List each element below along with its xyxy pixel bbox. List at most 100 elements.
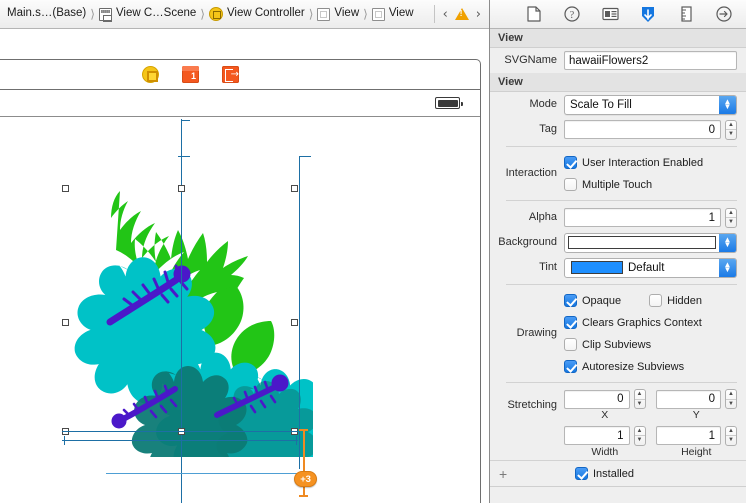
alpha-label: Alpha xyxy=(528,210,557,223)
breadcrumb-label: View xyxy=(334,7,360,20)
divider xyxy=(490,486,746,488)
svgname-input[interactable]: hawaiiFlowers2 xyxy=(564,51,737,70)
alpha-stepper[interactable]: ▲ ▼ xyxy=(725,207,737,228)
selection-handle[interactable] xyxy=(178,185,185,192)
constraint-line-bottom-2[interactable] xyxy=(62,440,298,441)
clip-subviews-checkbox[interactable]: Clip Subviews xyxy=(564,335,737,354)
stretching-row-xy: Stretching 0 ▲ ▼ X 0 ▲ ▼ Y xyxy=(490,387,746,424)
checkbox-box xyxy=(564,294,577,307)
drawing-label: Drawing xyxy=(516,326,557,339)
breadcrumb-separator: ⟩ xyxy=(90,7,95,21)
add-variation-button[interactable]: + xyxy=(499,467,513,481)
hidden-checkbox[interactable]: Hidden xyxy=(649,291,702,310)
hawaii-flowers-image[interactable] xyxy=(58,185,313,457)
warning-triangle-icon[interactable] xyxy=(454,8,469,20)
color-swatch xyxy=(571,261,623,274)
selection-handle[interactable] xyxy=(62,185,69,192)
stretching-xy-fields: 0 ▲ ▼ X 0 ▲ ▼ Y xyxy=(564,389,737,422)
clears-graphics-context-checkbox[interactable]: Clears Graphics Context xyxy=(564,313,737,332)
tint-label: Tint xyxy=(539,260,557,273)
section-header-view: View xyxy=(490,73,746,92)
stretching-wh-fields: 1 ▲ ▼ Width 1 ▲ ▼ Height xyxy=(564,425,737,459)
attributes-inspector-tab[interactable] xyxy=(639,5,657,23)
tint-color-popup[interactable]: Default ▲ ▼ xyxy=(564,257,737,278)
tag-stepper[interactable]: ▲ ▼ xyxy=(725,119,737,140)
svgname-label: SVGName xyxy=(504,53,557,66)
previous-issue-button[interactable]: ‹ xyxy=(443,8,448,21)
interaction-label: Interaction xyxy=(505,166,557,179)
divider xyxy=(506,284,737,285)
mode-label: Mode xyxy=(529,97,557,110)
mode-row: Mode Scale To Fill ▲ ▼ xyxy=(490,92,746,117)
constraint-line-bottom[interactable] xyxy=(62,431,298,432)
stretching-x-input[interactable]: 0 xyxy=(564,389,630,409)
breadcrumb-item-view-controller[interactable]: View Controller xyxy=(206,4,308,25)
background-color-well[interactable]: ▲ ▼ xyxy=(564,232,737,253)
constraint-endcap xyxy=(296,436,297,445)
breadcrumb-item-scene[interactable]: View C…Scene xyxy=(96,4,199,25)
tag-input[interactable]: 0 xyxy=(564,120,721,139)
next-issue-button[interactable]: › xyxy=(476,8,481,21)
stretching-height-input[interactable]: 1 xyxy=(655,426,721,446)
checkbox-box xyxy=(649,294,663,307)
breadcrumb-label: View xyxy=(388,7,414,20)
divider xyxy=(506,382,737,383)
breadcrumb-item-view-2[interactable]: View xyxy=(369,4,417,25)
constraint-endcap xyxy=(64,436,65,445)
checkbox-box xyxy=(564,156,577,169)
size-inspector-tab[interactable] xyxy=(677,5,695,23)
selection-handle[interactable] xyxy=(291,185,298,192)
stretching-width-input[interactable]: 1 xyxy=(564,426,630,446)
selection-handle[interactable] xyxy=(291,319,298,326)
autoresize-subviews-checkbox[interactable]: Autoresize Subviews xyxy=(564,357,737,376)
background-label: Background xyxy=(498,235,557,248)
file-inspector-tab[interactable] xyxy=(525,5,543,23)
unsatisfied-constraint-cap xyxy=(299,429,308,431)
drawing-checkboxes: Opaque Hidden Clears Graphics Context Cl… xyxy=(564,291,737,376)
checkbox-box xyxy=(564,360,577,373)
view-controller-dock-icon[interactable] xyxy=(142,66,159,83)
unsatisfied-constraint-cap xyxy=(299,495,308,497)
stretching-y-stepper[interactable]: ▲ ▼ xyxy=(725,389,737,409)
chevron-updown-icon: ▲ ▼ xyxy=(719,258,736,277)
installed-checkbox[interactable]: Installed xyxy=(575,467,634,481)
breadcrumb-separator: ⟩ xyxy=(308,7,314,21)
stretching-x-stepper[interactable]: ▲ ▼ xyxy=(633,389,646,409)
tag-label: Tag xyxy=(539,122,557,135)
interaction-checkboxes: User Interaction Enabled Multiple Touch xyxy=(564,153,737,194)
constraint-count-badge[interactable]: +3 xyxy=(294,471,317,487)
first-responder-dock-icon[interactable] xyxy=(182,66,199,83)
multiple-touch-checkbox[interactable]: Multiple Touch xyxy=(564,175,737,194)
checkbox-box xyxy=(564,316,577,329)
breadcrumb-item-view[interactable]: View xyxy=(314,4,362,25)
mode-value: Scale To Fill xyxy=(570,98,632,111)
checkbox-box xyxy=(575,467,588,481)
stretching-height-stepper[interactable]: ▲ ▼ xyxy=(725,425,737,446)
checkbox-label: Hidden xyxy=(667,294,703,307)
stretching-height-caption: Height xyxy=(681,445,712,458)
opaque-checkbox[interactable]: Opaque xyxy=(564,291,621,310)
user-interaction-enabled-checkbox[interactable]: User Interaction Enabled xyxy=(564,153,737,172)
identity-inspector-tab[interactable] xyxy=(601,5,619,23)
alpha-input[interactable]: 1 xyxy=(564,208,721,227)
background-row: Background ▲ ▼ xyxy=(490,230,746,255)
view-section: Mode Scale To Fill ▲ ▼ Tag 0 ▲ ▼ Interacti… xyxy=(490,92,746,488)
chevron-updown-icon: ▲ ▼ xyxy=(719,95,736,114)
breadcrumb-item-storyboard[interactable]: Main.s…(Base) xyxy=(4,4,89,25)
stretching-y-caption: Y xyxy=(692,409,700,421)
stretching-width-stepper[interactable]: ▲ ▼ xyxy=(633,425,646,446)
quick-help-tab[interactable]: ? xyxy=(563,5,581,23)
canvas[interactable]: +3 xyxy=(0,29,489,503)
tint-value: Default xyxy=(628,261,665,274)
chevron-updown-icon: ▲ ▼ xyxy=(719,233,736,252)
selection-handle[interactable] xyxy=(62,319,69,326)
guide-tick xyxy=(181,120,190,121)
stretching-y-input[interactable]: 0 xyxy=(655,389,721,409)
svg-text:?: ? xyxy=(570,10,575,21)
connections-inspector-tab[interactable] xyxy=(715,5,733,23)
guide-tick xyxy=(178,156,190,157)
scene-dock xyxy=(0,59,481,90)
exit-dock-icon[interactable] xyxy=(222,66,239,83)
breadcrumb-label: Main.s…(Base) xyxy=(7,7,87,20)
mode-popup-button[interactable]: Scale To Fill ▲ ▼ xyxy=(564,94,737,115)
